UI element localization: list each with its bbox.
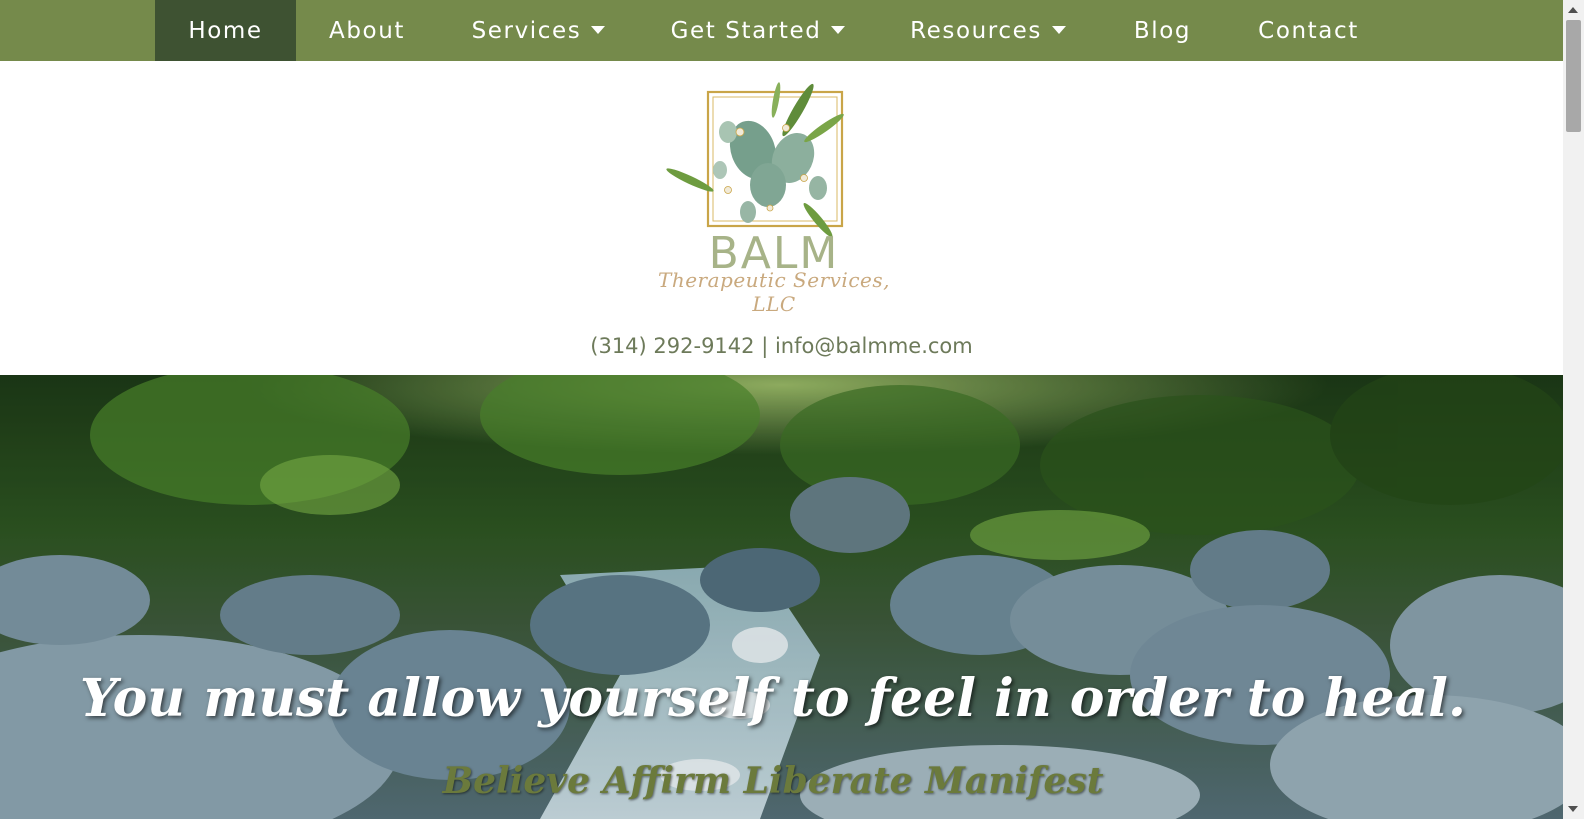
nav-label: Services: [471, 17, 582, 44]
scroll-thumb[interactable]: [1566, 20, 1581, 132]
hero-banner: [0, 375, 1563, 819]
nav-item-resources[interactable]: Resources: [877, 0, 1099, 61]
nav-item-get-started[interactable]: Get Started: [639, 0, 877, 61]
phone-link[interactable]: (314) 292-9142: [590, 334, 754, 358]
forest-stream-image: [0, 375, 1563, 819]
hero-quote: You must allow yourself to feel in order…: [80, 668, 1466, 729]
nav-label: Home: [188, 17, 263, 44]
nav-item-services[interactable]: Services: [438, 0, 639, 61]
nav-item-blog[interactable]: Blog: [1099, 0, 1226, 61]
contact-separator: |: [754, 334, 775, 358]
nav-label: Blog: [1133, 17, 1192, 44]
scroll-up-arrow-icon[interactable]: [1568, 7, 1578, 13]
site-logo[interactable]: BALM Therapeutic Services, LLC: [648, 70, 900, 316]
caret-down-icon: [591, 25, 606, 34]
hero-tagline: Believe Affirm Liberate Manifest: [442, 760, 1104, 802]
main-nav: Home About Services Get Started Resource…: [0, 0, 1563, 61]
nav-item-home[interactable]: Home: [155, 0, 296, 61]
nav-label: Get Started: [670, 17, 822, 44]
caret-down-icon: [831, 25, 846, 34]
nav-label: About: [328, 17, 405, 44]
nav-item-contact[interactable]: Contact: [1226, 0, 1391, 61]
eucalyptus-frame-logo-icon: [666, 82, 844, 238]
nav-label: Resources: [910, 17, 1042, 44]
nav-label: Contact: [1258, 17, 1359, 44]
contact-line: (314) 292-9142 | info@balmme.com: [0, 334, 1563, 358]
logo-subtitle: Therapeutic Services, LLC: [657, 268, 890, 316]
scroll-down-arrow-icon[interactable]: [1568, 806, 1578, 812]
nav-item-about[interactable]: About: [296, 0, 438, 61]
caret-down-icon: [1051, 25, 1066, 34]
email-link[interactable]: info@balmme.com: [775, 334, 973, 358]
page-scrollbar[interactable]: [1563, 0, 1584, 819]
